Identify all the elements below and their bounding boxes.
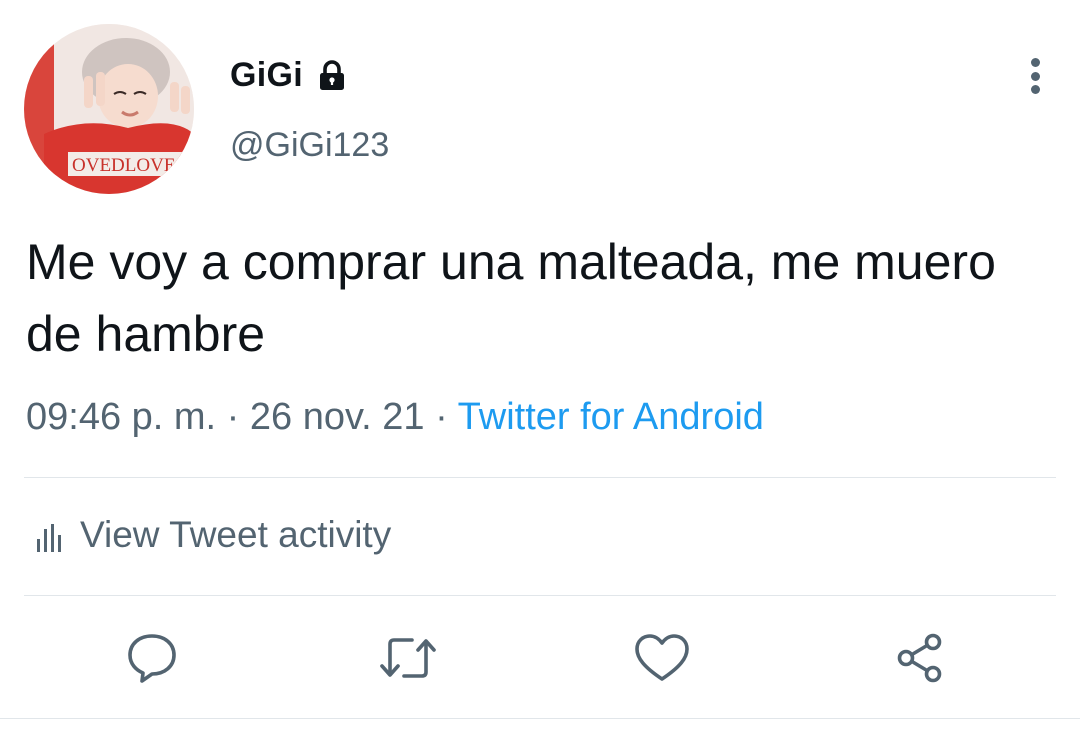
meta-separator: · <box>216 396 250 438</box>
like-button[interactable] <box>632 628 692 688</box>
tweet-text: Me voy a comprar una malteada, me muero … <box>26 234 996 362</box>
profile-photo-icon: OVEDLOVE <box>24 24 194 194</box>
share-icon <box>897 633 942 683</box>
bar-chart-icon <box>36 520 62 552</box>
divider <box>24 595 1056 596</box>
more-options-icon[interactable] <box>1015 54 1055 98</box>
avatar[interactable]: OVEDLOVE <box>24 24 194 194</box>
like-icon <box>635 634 689 681</box>
display-name[interactable]: GiGi <box>230 56 303 95</box>
lock-icon <box>315 59 349 93</box>
tweet-time[interactable]: 09:46 p. m. <box>26 396 216 438</box>
view-tweet-activity-link[interactable]: View Tweet activity <box>36 514 391 556</box>
retweet-icon <box>380 638 436 678</box>
divider <box>0 718 1080 719</box>
user-handle[interactable]: @GiGi123 <box>230 126 389 165</box>
display-name-row: GiGi <box>230 56 349 95</box>
tweet-meta: 09:46 p. m. · 26 nov. 21 · Twitter for A… <box>26 396 764 439</box>
tweet-detail: OVEDLOVE GiGi @GiGi123 Me voy a comprar … <box>0 0 1080 734</box>
avatar-shirt-text: OVEDLOVE <box>72 155 175 176</box>
divider <box>24 477 1056 478</box>
tweet-date[interactable]: 26 nov. 21 <box>250 396 425 438</box>
reply-button[interactable] <box>122 628 182 688</box>
reply-icon <box>128 634 176 683</box>
share-button[interactable] <box>890 628 950 688</box>
tweet-source-link[interactable]: Twitter for Android <box>458 396 764 438</box>
retweet-button[interactable] <box>378 628 438 688</box>
meta-separator: · <box>424 396 458 438</box>
view-tweet-activity-label: View Tweet activity <box>80 514 392 555</box>
